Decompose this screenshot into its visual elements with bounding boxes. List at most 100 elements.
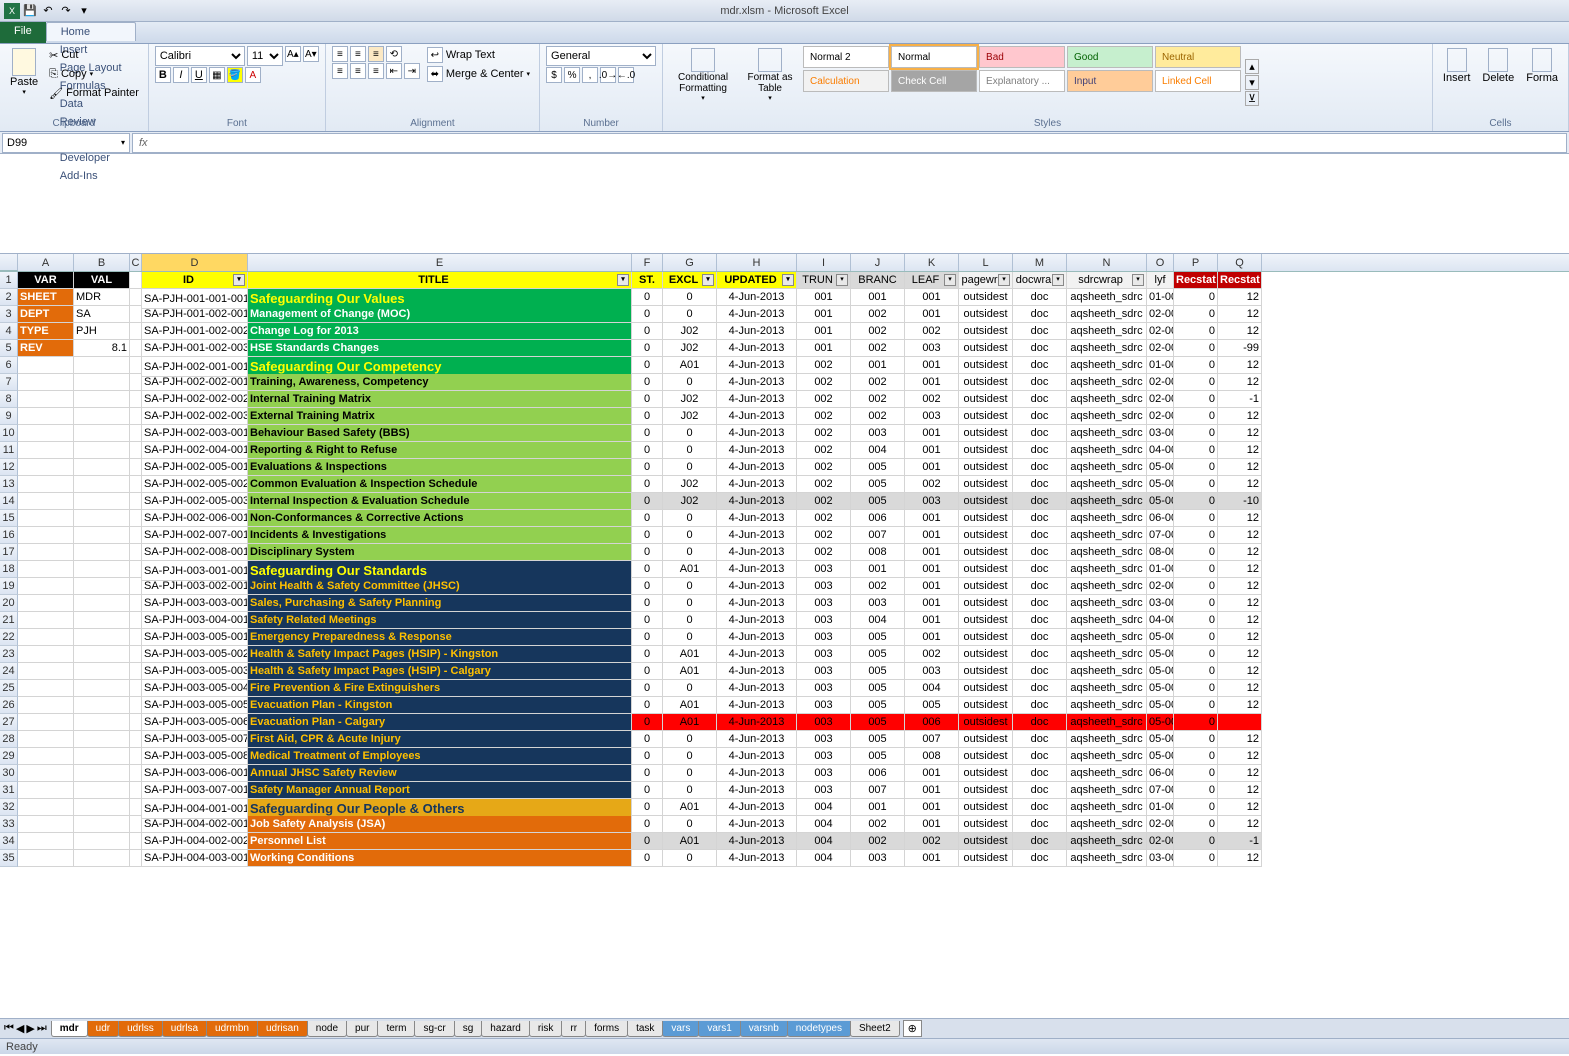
col-header-K[interactable]: K	[905, 254, 959, 271]
gallery-more-icon[interactable]: ⊻	[1245, 91, 1259, 106]
row-header-17[interactable]: 17	[0, 544, 18, 561]
italic-button[interactable]: I	[173, 67, 189, 83]
ribbon-tab-add-ins[interactable]: Add-Ins	[46, 167, 136, 185]
row-header-16[interactable]: 16	[0, 527, 18, 544]
style-neutral[interactable]: Neutral	[1155, 46, 1241, 68]
font-name-combo[interactable]: Calibri	[155, 46, 245, 66]
row-header-4[interactable]: 4	[0, 323, 18, 340]
paste-button[interactable]: Paste ▾	[6, 46, 42, 118]
align-left-icon[interactable]: ≡	[332, 63, 348, 79]
style-good[interactable]: Good	[1067, 46, 1153, 68]
filter-arrow-icon[interactable]: ▾	[617, 274, 629, 286]
col-header-A[interactable]: A	[18, 254, 74, 271]
col-header-I[interactable]: I	[797, 254, 851, 271]
style-calculation[interactable]: Calculation	[803, 70, 889, 92]
sheet-tab-pur[interactable]: pur	[346, 1021, 378, 1037]
filter-arrow-icon[interactable]: ▾	[836, 274, 848, 286]
conditional-formatting-button[interactable]: Conditional Formatting▾	[669, 46, 737, 118]
sheet-tab-vars[interactable]: vars	[662, 1021, 699, 1037]
fill-color-button[interactable]: 🪣	[227, 67, 243, 83]
border-button[interactable]: ▦	[209, 67, 225, 83]
row-header-3[interactable]: 3	[0, 306, 18, 323]
merge-center-button[interactable]: ⬌Merge & Center▾	[424, 65, 533, 83]
row-header-22[interactable]: 22	[0, 629, 18, 646]
style-check-cell[interactable]: Check Cell	[891, 70, 977, 92]
formula-bar[interactable]: fx	[132, 133, 1567, 153]
cut-button[interactable]: ✂Cut	[46, 46, 142, 64]
sheet-tab-hazard[interactable]: hazard	[481, 1021, 530, 1037]
row-header-10[interactable]: 10	[0, 425, 18, 442]
chevron-down-icon[interactable]: ▾	[121, 138, 125, 147]
sheet-tab-term[interactable]: term	[377, 1021, 415, 1037]
row-header-11[interactable]: 11	[0, 442, 18, 459]
tab-nav-first-icon[interactable]: ⏮	[4, 1022, 14, 1035]
row-header-35[interactable]: 35	[0, 850, 18, 867]
font-color-button[interactable]: A	[245, 67, 261, 83]
redo-icon[interactable]: ↷	[58, 3, 74, 19]
row-header-30[interactable]: 30	[0, 765, 18, 782]
col-header-Q[interactable]: Q	[1218, 254, 1262, 271]
row-header-15[interactable]: 15	[0, 510, 18, 527]
sheet-tab-sg-cr[interactable]: sg-cr	[414, 1021, 454, 1037]
sheet-tab-udrlsa[interactable]: udrlsa	[162, 1021, 207, 1037]
shrink-font-icon[interactable]: A▾	[303, 46, 319, 62]
row-header-23[interactable]: 23	[0, 646, 18, 663]
filter-arrow-icon[interactable]: ▾	[233, 274, 245, 286]
sheet-tab-sheet2[interactable]: Sheet2	[850, 1021, 900, 1037]
row-header-5[interactable]: 5	[0, 340, 18, 357]
col-header-M[interactable]: M	[1013, 254, 1067, 271]
align-top-icon[interactable]: ≡	[332, 46, 348, 62]
sheet-tab-mdr[interactable]: mdr	[51, 1021, 88, 1037]
orientation-icon[interactable]: ⟲	[386, 46, 402, 62]
gallery-down-icon[interactable]: ▾	[1245, 75, 1259, 90]
filter-arrow-icon[interactable]: ▾	[702, 274, 714, 286]
tab-nav-last-icon[interactable]: ⏭	[37, 1022, 47, 1035]
col-header-J[interactable]: J	[851, 254, 905, 271]
grow-font-icon[interactable]: A▴	[285, 46, 301, 62]
sheet-tab-risk[interactable]: risk	[529, 1021, 563, 1037]
tab-nav-next-icon[interactable]: ▶	[26, 1022, 34, 1035]
style-linked-cell[interactable]: Linked Cell	[1155, 70, 1241, 92]
col-header-H[interactable]: H	[717, 254, 797, 271]
row-header-12[interactable]: 12	[0, 459, 18, 476]
sheet-tab-udrmbn[interactable]: udrmbn	[206, 1021, 258, 1037]
col-header-P[interactable]: P	[1174, 254, 1218, 271]
sheet-tab-rr[interactable]: rr	[561, 1021, 586, 1037]
sheet-tab-udr[interactable]: udr	[87, 1021, 119, 1037]
wrap-text-button[interactable]: ↩Wrap Text	[424, 46, 533, 64]
comma-icon[interactable]: ,	[582, 67, 598, 83]
number-format-combo[interactable]: General	[546, 46, 656, 66]
filter-arrow-icon[interactable]: ▾	[1132, 274, 1144, 286]
row-header-13[interactable]: 13	[0, 476, 18, 493]
align-bottom-icon[interactable]: ≡	[368, 46, 384, 62]
col-header-G[interactable]: G	[663, 254, 717, 271]
align-right-icon[interactable]: ≡	[368, 63, 384, 79]
row-header-24[interactable]: 24	[0, 663, 18, 680]
style-input[interactable]: Input	[1067, 70, 1153, 92]
row-header-25[interactable]: 25	[0, 680, 18, 697]
row-header-2[interactable]: 2	[0, 289, 18, 306]
format-as-table-button[interactable]: Format as Table▾	[741, 46, 799, 118]
align-center-icon[interactable]: ≡	[350, 63, 366, 79]
qat-dropdown-icon[interactable]: ▾	[76, 3, 92, 19]
percent-icon[interactable]: %	[564, 67, 580, 83]
filter-arrow-icon[interactable]: ▾	[1052, 274, 1064, 286]
row-header-14[interactable]: 14	[0, 493, 18, 510]
currency-icon[interactable]: $	[546, 67, 562, 83]
sheet-tab-varsnb[interactable]: varsnb	[740, 1021, 788, 1037]
cell-styles-gallery[interactable]: Normal 2NormalBadGoodNeutralCalculationC…	[803, 46, 1241, 118]
format-painter-button[interactable]: 🖌Format Painter	[46, 84, 142, 102]
insert-cells-button[interactable]: Insert	[1439, 46, 1475, 118]
file-tab[interactable]: File	[0, 22, 46, 43]
col-header-L[interactable]: L	[959, 254, 1013, 271]
col-header-E[interactable]: E	[248, 254, 632, 271]
row-header-27[interactable]: 27	[0, 714, 18, 731]
col-header-D[interactable]: D	[142, 254, 248, 271]
underline-button[interactable]: U	[191, 67, 207, 83]
dec-decimal-icon[interactable]: ←.0	[618, 67, 634, 83]
filter-arrow-icon[interactable]: ▾	[782, 274, 794, 286]
row-header-1[interactable]: 1	[0, 272, 18, 289]
undo-icon[interactable]: ↶	[40, 3, 56, 19]
filter-arrow-icon[interactable]: ▾	[998, 274, 1010, 286]
sheet-tab-vars1[interactable]: vars1	[698, 1021, 740, 1037]
